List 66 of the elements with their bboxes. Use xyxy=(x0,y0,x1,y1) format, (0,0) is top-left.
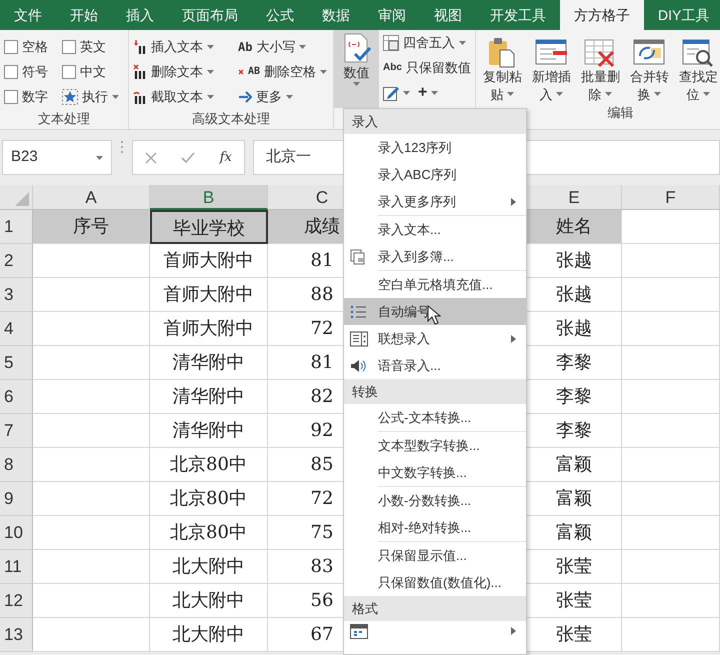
checkbox-label: 数字 xyxy=(22,88,48,106)
table-cell: 成绩 xyxy=(304,216,340,237)
table-cell: 姓名 xyxy=(556,216,592,237)
table-cell: 北京80中 xyxy=(170,488,247,509)
button-label: 换 xyxy=(637,86,650,104)
table-cell: 毕业学校 xyxy=(173,218,245,239)
group-label: 文本处理 xyxy=(37,110,91,128)
table-cell: 首师大附中 xyxy=(164,250,254,271)
button-label: 贴 xyxy=(490,86,504,104)
icon-text: Ab xyxy=(238,38,252,56)
button-label: 新增插 xyxy=(532,68,571,86)
table-cell: 67 xyxy=(310,624,334,645)
table-cell: 张莹 xyxy=(556,556,592,577)
table-cell: 北大附中 xyxy=(172,624,244,645)
table-cell: 72 xyxy=(310,488,334,509)
button-label: 批量删 xyxy=(580,68,620,86)
table-cell: 首师大附中 xyxy=(164,284,254,305)
table-cell: 北大附中 xyxy=(172,556,244,577)
table-cell: 56 xyxy=(310,590,334,611)
table-cell: 85 xyxy=(310,454,334,475)
table-cell: 81 xyxy=(310,250,334,271)
table-cell: 清华附中 xyxy=(172,420,244,441)
table-cell: 李黎 xyxy=(556,420,592,441)
table-cell: 88 xyxy=(310,284,334,305)
table-cell: 81 xyxy=(310,352,334,373)
table-cell: 张越 xyxy=(556,284,592,305)
button-label: 位 xyxy=(686,86,700,104)
icon-text: AB xyxy=(248,65,260,79)
table-cell: 北京80中 xyxy=(170,454,247,475)
table-cell: 北京80中 xyxy=(170,522,247,543)
group-label: 高级文本处理 xyxy=(191,110,271,128)
table-cell: 82 xyxy=(310,386,334,407)
checkbox-label: 空格 xyxy=(22,38,48,56)
table-cell: 北大附中 xyxy=(172,590,244,611)
group-label: 编辑 xyxy=(606,104,634,122)
menu-section-title: 格式 xyxy=(344,596,526,621)
table-cell: 李黎 xyxy=(556,386,592,407)
button-label: 复制粘 xyxy=(482,68,522,86)
table-cell: 富颖 xyxy=(556,488,592,509)
button-label: 查找定 xyxy=(678,68,718,86)
menu-section-title: 录入 xyxy=(344,109,526,134)
table-cell: 72 xyxy=(310,318,334,339)
table-cell: 清华附中 xyxy=(172,352,244,373)
checkbox-label: 符号 xyxy=(22,62,48,81)
table-cell: 92 xyxy=(310,420,334,441)
table-cell: 张莹 xyxy=(556,590,592,611)
table-cell: 张越 xyxy=(556,250,592,271)
menu-section-title: 转换 xyxy=(344,379,526,404)
name-box-value: B23 xyxy=(11,147,38,168)
checkbox-label: 中文 xyxy=(80,62,106,81)
checkbox-label: 英文 xyxy=(80,38,106,56)
table-cell: 序号 xyxy=(73,216,109,237)
button-label: 除 xyxy=(588,86,602,104)
table-cell: 清华附中 xyxy=(172,386,244,407)
table-cell: 富颖 xyxy=(556,522,592,543)
table-cell: 83 xyxy=(310,556,334,577)
button-label: 入 xyxy=(539,86,552,104)
table-cell: 75 xyxy=(310,522,334,543)
table-cell: 李黎 xyxy=(556,352,592,373)
table-cell: 张越 xyxy=(556,318,592,339)
table-cell: 首师大附中 xyxy=(164,318,254,339)
table-cell: 张莹 xyxy=(556,624,592,645)
icon-text: Abc xyxy=(383,61,402,75)
plus-label: + xyxy=(418,82,428,102)
table-cell: 富颖 xyxy=(556,454,592,475)
button-label: 合并转 xyxy=(630,68,669,86)
